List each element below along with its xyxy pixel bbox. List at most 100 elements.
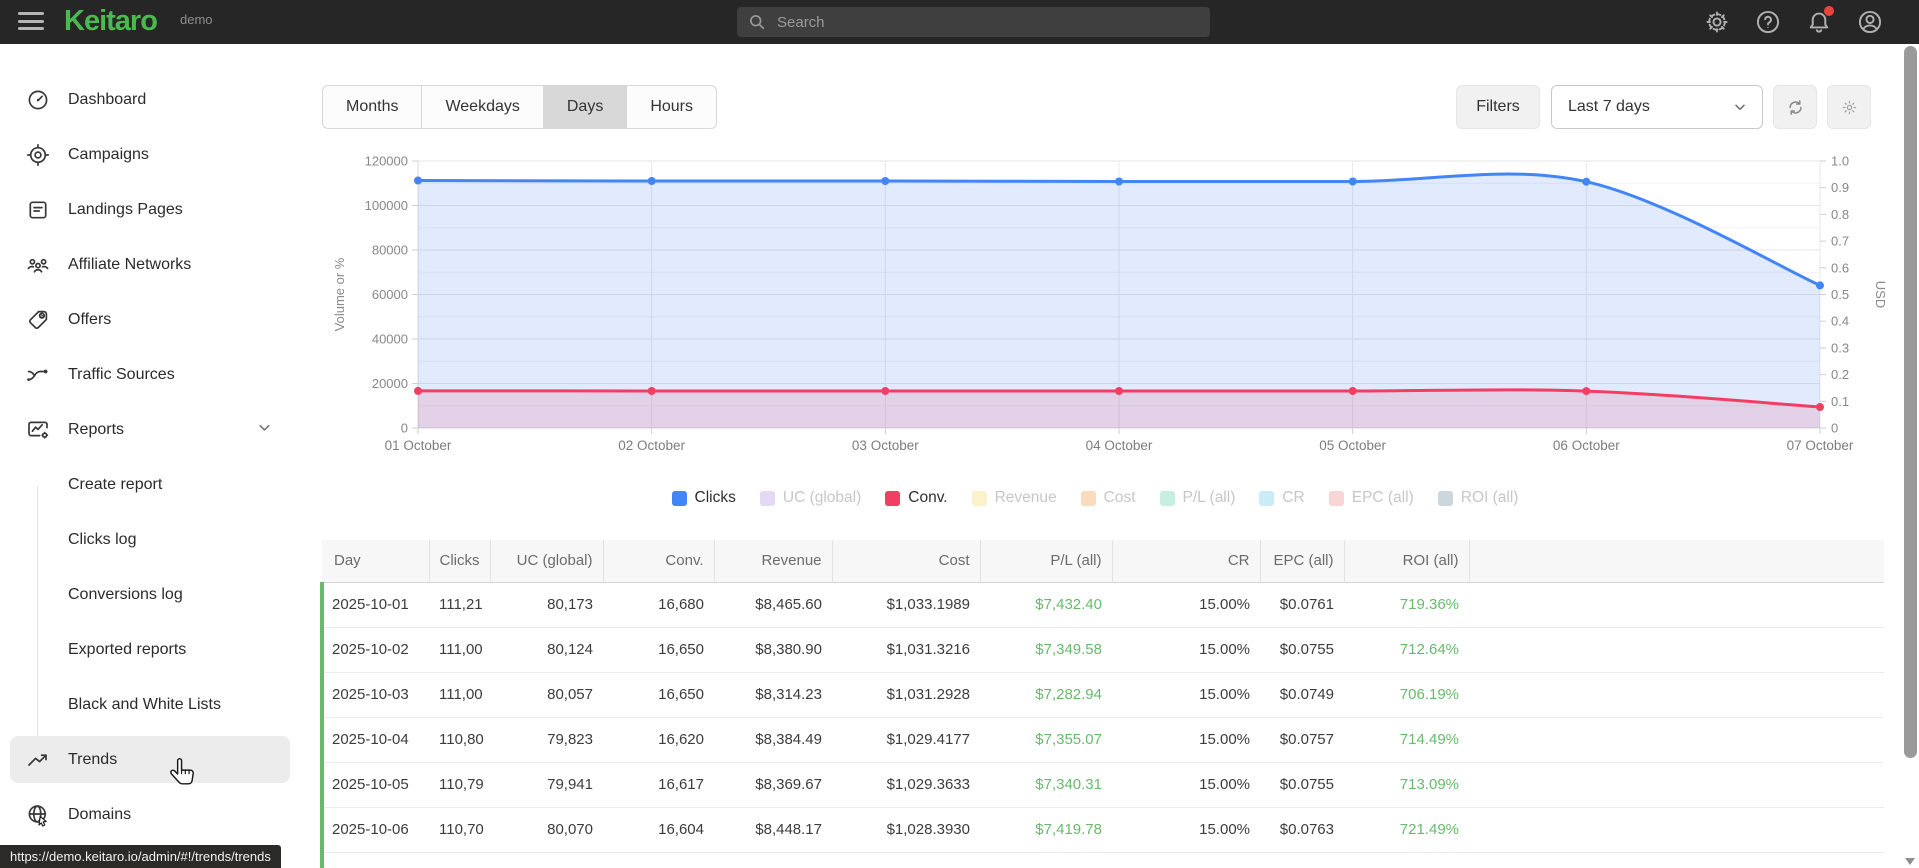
table-cell-filler bbox=[1469, 717, 1884, 763]
svg-text:05 October: 05 October bbox=[1319, 438, 1386, 453]
svg-text:100000: 100000 bbox=[365, 198, 408, 213]
table-cell: 110,70 bbox=[429, 807, 490, 853]
table-cell: 15.00% bbox=[1112, 627, 1260, 673]
topbar: Keitaro demo bbox=[0, 0, 1919, 44]
sidebar-item-label: Domains bbox=[68, 805, 132, 823]
table-cell: $1,029.4177 bbox=[832, 717, 980, 763]
sidebar-item-dashboard[interactable]: Dashboard bbox=[0, 72, 300, 127]
settings-gear-icon[interactable] bbox=[1704, 9, 1730, 35]
svg-text:120000: 120000 bbox=[365, 154, 408, 169]
column-header-p-l-all[interactable]: P/L (all) bbox=[979, 540, 1112, 583]
table-cell: 9,443 bbox=[603, 852, 714, 868]
legend-label: Clicks bbox=[694, 489, 736, 506]
chevron-down-icon[interactable] bbox=[256, 419, 273, 441]
chevron-down-icon bbox=[1735, 104, 1745, 111]
tab-days[interactable]: Days bbox=[543, 86, 628, 128]
hamburger-menu-icon[interactable] bbox=[18, 12, 44, 32]
offers-icon: $ bbox=[28, 310, 48, 329]
table-cell: 2025-10-06 bbox=[320, 807, 429, 853]
column-header-revenue[interactable]: Revenue bbox=[713, 540, 832, 583]
sidebar-item-traffic-sources[interactable]: Traffic Sources bbox=[0, 347, 300, 402]
search-icon bbox=[750, 15, 765, 30]
sidebar-item-create-report[interactable]: Create report bbox=[0, 457, 300, 512]
legend-item-cr[interactable]: CR bbox=[1259, 489, 1305, 507]
sidebar-item-black-and-white-lists[interactable]: Black and White Lists bbox=[0, 677, 300, 732]
legend-item-epc-all[interactable]: EPC (all) bbox=[1328, 489, 1414, 507]
legend-item-p-l-all[interactable]: P/L (all) bbox=[1159, 489, 1235, 507]
column-header-epc-all[interactable]: EPC (all) bbox=[1259, 540, 1344, 583]
table-cell: 16,650 bbox=[603, 672, 714, 718]
legend-label: Revenue bbox=[994, 489, 1057, 506]
domains-icon bbox=[28, 804, 47, 827]
help-icon[interactable] bbox=[1755, 9, 1781, 35]
table-cell: $8,448.17 bbox=[714, 807, 832, 853]
table-cell: 719.36% bbox=[1344, 582, 1469, 628]
column-header-roi-all[interactable]: ROI (all) bbox=[1343, 540, 1469, 583]
user-account-icon[interactable] bbox=[1857, 9, 1883, 35]
scrollbar-track[interactable] bbox=[1902, 44, 1919, 868]
tab-hours[interactable]: Hours bbox=[627, 86, 716, 128]
chart-legend: Clicks UC (global) Conv. Revenue Cost P/… bbox=[300, 489, 1890, 507]
filters-button[interactable]: Filters bbox=[1456, 85, 1540, 129]
date-range-select[interactable]: Last 7 days bbox=[1551, 85, 1763, 129]
sidebar-item-conversions-log[interactable]: Conversions log bbox=[0, 567, 300, 622]
tab-weekdays[interactable]: Weekdays bbox=[422, 86, 544, 128]
sidebar-item-offers[interactable]: $ Offers bbox=[0, 292, 300, 347]
sidebar-item-trends[interactable]: Trends bbox=[0, 732, 300, 787]
sidebar-item-domains[interactable]: Domains bbox=[0, 787, 300, 842]
table-cell: $8,369.67 bbox=[714, 762, 832, 808]
sidebar-item-affiliate-networks[interactable]: Affiliate Networks bbox=[0, 237, 300, 292]
svg-text:06 October: 06 October bbox=[1553, 438, 1620, 453]
table-cell: 15.00% bbox=[1112, 717, 1260, 763]
search-box[interactable] bbox=[737, 7, 1210, 37]
scrollbar-down-arrow-icon[interactable] bbox=[1905, 858, 1915, 865]
tab-months[interactable]: Months bbox=[323, 86, 423, 128]
table-cell: $8,314.23 bbox=[714, 672, 832, 718]
svg-text:0.9: 0.9 bbox=[1831, 180, 1849, 195]
legend-item-revenue[interactable]: Revenue bbox=[971, 489, 1057, 507]
svg-text:0.8: 0.8 bbox=[1831, 207, 1849, 222]
scrollbar-thumb[interactable] bbox=[1904, 46, 1917, 758]
table-cell: 714.49% bbox=[1344, 717, 1469, 763]
table-cell: $0.0755 bbox=[1260, 762, 1344, 808]
campaigns-icon bbox=[26, 143, 50, 166]
table-row: 2025-10-02 111,00 80,124 16,650 $8,380.90 $1,… bbox=[320, 627, 1884, 673]
legend-item-cost[interactable]: Cost bbox=[1080, 489, 1136, 507]
table-cell: 80,057 bbox=[490, 672, 603, 718]
table-cell: 2025-10-07 bbox=[320, 852, 429, 868]
column-header-conv[interactable]: Conv. bbox=[602, 540, 714, 583]
refresh-button[interactable] bbox=[1773, 85, 1817, 129]
table-cell: 16,620 bbox=[603, 717, 714, 763]
legend-item-conv[interactable]: Conv. bbox=[885, 489, 948, 507]
sidebar-item-label: Offers bbox=[68, 310, 112, 328]
search-input[interactable] bbox=[777, 13, 1200, 31]
table-cell: 713.09% bbox=[1344, 762, 1469, 808]
column-header-cr[interactable]: CR bbox=[1111, 540, 1260, 583]
sidebar-item-label: Trends bbox=[68, 750, 118, 768]
legend-item-clicks[interactable]: Clicks bbox=[671, 489, 736, 507]
sidebar-item-exported-reports[interactable]: Exported reports bbox=[0, 622, 300, 677]
sidebar-item-label: Reports bbox=[68, 420, 125, 438]
table-cell: 723.5% bbox=[1344, 852, 1469, 868]
sidebar-item-clicks-log[interactable]: Clicks log bbox=[0, 512, 300, 567]
column-header-day[interactable]: Day bbox=[322, 540, 429, 583]
legend-label: EPC (all) bbox=[1351, 489, 1414, 506]
legend-item-uc-global[interactable]: UC (global) bbox=[759, 489, 861, 507]
sidebar-item-reports[interactable]: Reports bbox=[0, 402, 300, 457]
traffic-sources-icon bbox=[27, 369, 48, 381]
column-header-uc-global[interactable]: UC (global) bbox=[489, 540, 603, 583]
legend-item-roi-all[interactable]: ROI (all) bbox=[1437, 489, 1518, 507]
table-cell: 110,79 bbox=[429, 762, 490, 808]
column-header-clicks[interactable]: Clicks bbox=[428, 540, 490, 583]
chart-settings-button[interactable] bbox=[1827, 85, 1871, 129]
table-cell: $8,465.60 bbox=[714, 582, 832, 628]
table-cell: 2025-10-04 bbox=[320, 717, 429, 763]
sidebar-item-landings-pages[interactable]: Landings Pages bbox=[0, 182, 300, 237]
notifications-bell-icon[interactable] bbox=[1806, 6, 1834, 35]
sidebar-item-campaigns[interactable]: Campaigns bbox=[0, 127, 300, 182]
table-row: 2025-10-01 111,21 80,173 16,680 $8,465.60 $1,… bbox=[320, 582, 1884, 628]
table-cell: $1,033.1989 bbox=[832, 582, 980, 628]
svg-text:Volume or %: Volume or % bbox=[332, 257, 347, 331]
trends-icon bbox=[28, 753, 47, 766]
column-header-cost[interactable]: Cost bbox=[831, 540, 980, 583]
